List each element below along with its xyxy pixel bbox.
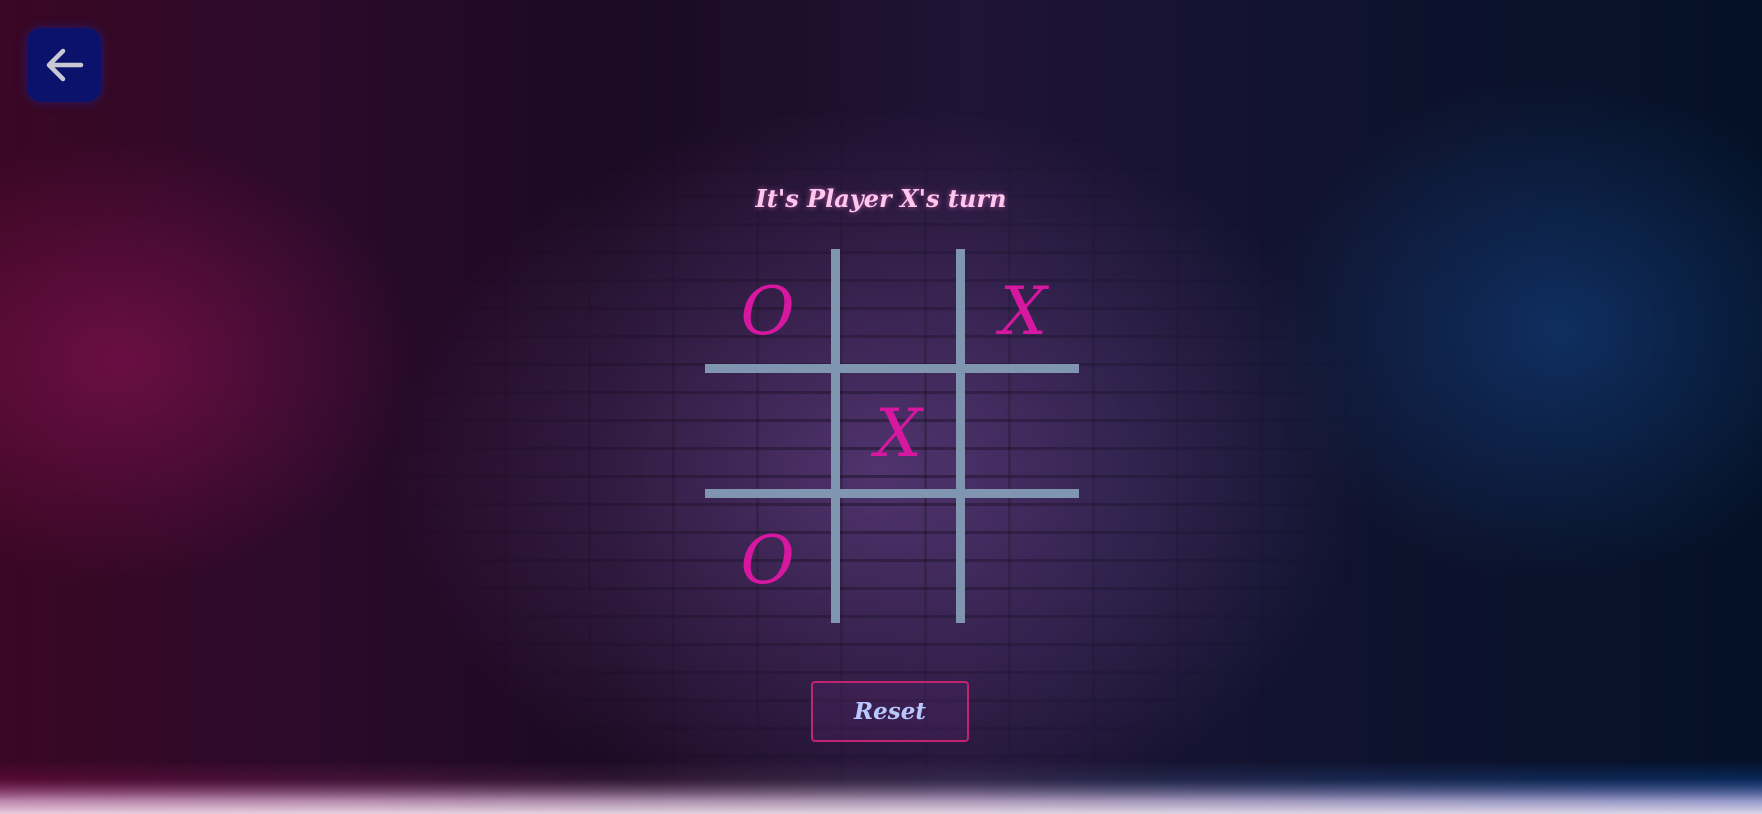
board-cell-0[interactable]: O (705, 249, 830, 373)
turn-status: It's Player X's turn (755, 184, 1007, 213)
board-cell-2[interactable]: X (961, 249, 1086, 373)
board-cell-5[interactable] (961, 371, 1086, 495)
board-cell-7[interactable] (836, 498, 961, 622)
board-cell-1[interactable] (836, 249, 961, 373)
back-button[interactable] (27, 28, 101, 102)
board-cell-4[interactable]: X (836, 371, 961, 495)
arrow-left-icon (46, 48, 84, 82)
board-cell-3[interactable] (705, 371, 830, 495)
game-board: O X X O (705, 249, 1079, 623)
board-cell-8[interactable] (961, 498, 1086, 622)
board-cell-6[interactable]: O (705, 498, 830, 622)
reset-button[interactable]: Reset (811, 681, 969, 742)
floor-glow (0, 760, 1762, 814)
